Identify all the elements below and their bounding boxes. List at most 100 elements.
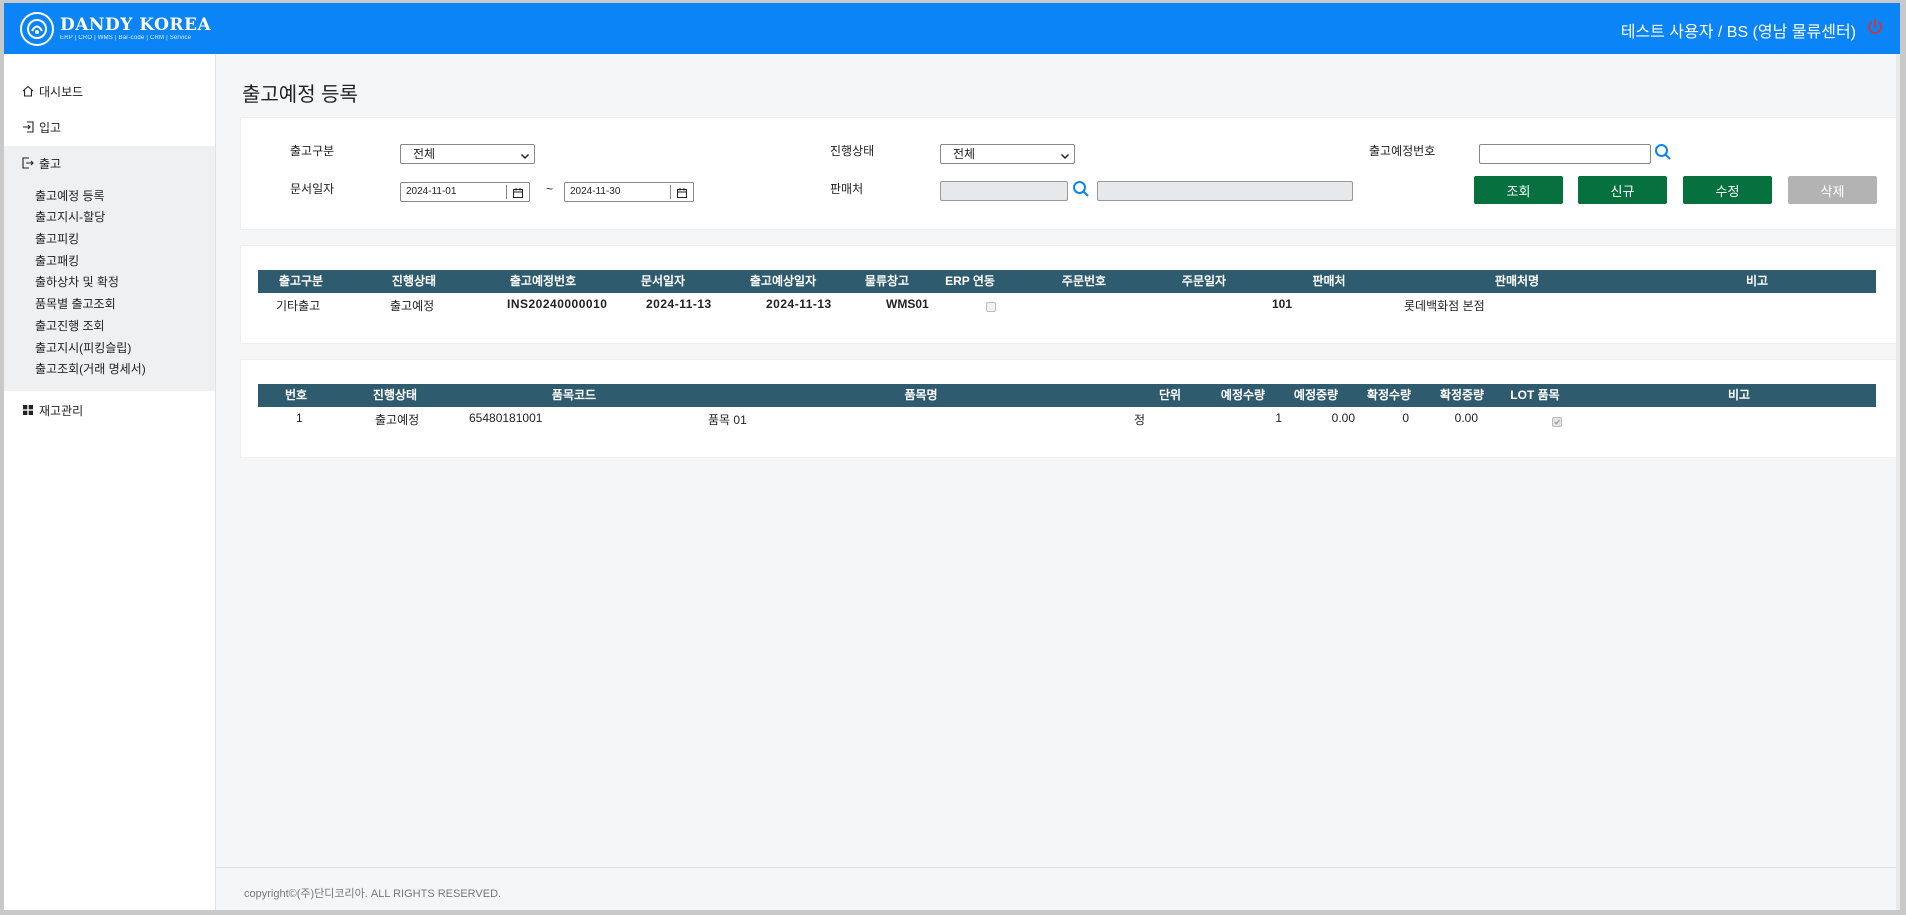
type-select[interactable]: 전체 [400, 144, 535, 164]
new-button[interactable]: 신규 [1578, 176, 1667, 204]
sidebar-item-label: 재고관리 [39, 403, 84, 418]
number-label: 출고예정번호 [1369, 144, 1436, 158]
col-expected-date[interactable]: 출고예상일자 [750, 270, 816, 293]
logo-subtitle: ERP | CRO | WMS | Bar-code | CRM | Servi… [60, 35, 192, 41]
date-from-input[interactable]: 2024-11-01 [400, 182, 530, 202]
cell-item-code: 65480181001 [469, 411, 543, 425]
col-lot-item[interactable]: LOT 품목 [1510, 384, 1559, 407]
calendar-icon[interactable] [677, 187, 687, 198]
user-info: 테스트 사용자 / BS (영남 물류센터) [1620, 24, 1856, 41]
cell-expected-date: 2024-11-13 [766, 297, 832, 311]
cell-type: 기타출고 [276, 299, 321, 313]
seller-search-icon[interactable] [1072, 180, 1090, 198]
sidebar-item-outbound[interactable]: 출고 [4, 148, 215, 178]
search-icon[interactable] [1654, 143, 1672, 161]
cell-seller-name: 롯데백화점 본점 [1404, 299, 1485, 313]
date-to-value: 2024-11-30 [570, 186, 621, 197]
col-seller[interactable]: 판매처 [1312, 270, 1345, 293]
sidebar-sub-shipping-confirm[interactable]: 출하상차 및 확정 [35, 273, 119, 290]
cell-item-name: 품목 01 [708, 413, 747, 427]
sign-out-icon [22, 157, 34, 169]
col-erp-linked[interactable]: ERP 연동 [945, 270, 995, 293]
input-divider [506, 185, 507, 199]
seller-name-input[interactable] [1097, 181, 1353, 201]
col-confirm-qty[interactable]: 확정수량 [1367, 384, 1411, 407]
col-order-no[interactable]: 주문번호 [1062, 270, 1106, 293]
master-table-header: 출고구분 진행상태 출고예정번호 문서일자 출고예상일자 물류창고 ERP 연동… [258, 270, 1876, 293]
footer-copyright: copyright©(주)단디코리아. ALL RIGHTS RESERVED. [244, 888, 502, 900]
cell-plan-weight: 0.00 [1331, 411, 1355, 425]
col-note[interactable]: 비고 [1728, 384, 1750, 407]
col-plan-qty[interactable]: 예정수량 [1221, 384, 1265, 407]
home-icon [22, 85, 34, 97]
status-select-value: 전체 [953, 147, 976, 161]
sign-in-icon [22, 121, 34, 133]
col-unit[interactable]: 단위 [1159, 384, 1181, 407]
sidebar-sub-outbound-packing[interactable]: 출고패킹 [35, 252, 79, 269]
check-icon [1554, 419, 1560, 425]
col-warehouse[interactable]: 물류창고 [865, 270, 909, 293]
col-status[interactable]: 진행상태 [392, 270, 436, 293]
app-window: DANDY KOREA ERP | CRO | WMS | Bar-code |… [4, 3, 1900, 910]
cell-seller: 101 [1272, 297, 1293, 311]
sidebar: 대시보드 입고 출고 출고예정 등록 출고지시-할당 출고피킹 출고패킹 출하상… [4, 54, 216, 910]
col-item-name[interactable]: 품목명 [904, 384, 937, 407]
cell-unit: 정 [1134, 413, 1146, 427]
col-item-code[interactable]: 품목코드 [552, 384, 596, 407]
sidebar-sub-transaction-statement[interactable]: 출고조회(거래 명세서) [35, 360, 146, 377]
cell-status: 출고예정 [390, 299, 435, 313]
logo[interactable]: DANDY KOREA ERP | CRO | WMS | Bar-code |… [20, 9, 211, 49]
page-title: 출고예정 등록 [242, 84, 358, 106]
col-no[interactable]: 번호 [285, 384, 307, 407]
col-number[interactable]: 출고예정번호 [510, 270, 576, 293]
top-bar: DANDY KOREA ERP | CRO | WMS | Bar-code |… [4, 3, 1900, 54]
detail-table-header: 번호 진행상태 품목코드 품목명 단위 예정수량 예정중량 확정수량 확정중량 … [258, 384, 1876, 407]
cell-warehouse: WMS01 [886, 297, 929, 311]
date-range-separator: ~ [546, 182, 554, 196]
col-confirm-weight[interactable]: 확정중량 [1440, 384, 1484, 407]
logout-power-icon[interactable] [1866, 18, 1886, 38]
sidebar-item-inbound[interactable]: 입고 [4, 112, 215, 142]
sidebar-sub-item-outbound-query[interactable]: 품목별 출고조회 [35, 295, 116, 312]
col-status[interactable]: 진행상태 [373, 384, 417, 407]
sidebar-sub-outbound-plan-register[interactable]: 출고예정 등록 [35, 187, 105, 204]
cell-doc-date: 2024-11-13 [646, 297, 712, 311]
sidebar-sub-outbound-instruction[interactable]: 출고지시-할당 [35, 208, 105, 225]
sidebar-item-dashboard[interactable]: 대시보드 [4, 76, 215, 106]
edit-button[interactable]: 수정 [1683, 176, 1772, 204]
col-plan-weight[interactable]: 예정중량 [1294, 384, 1338, 407]
cell-no: 1 [296, 411, 303, 425]
sidebar-sub-outbound-picking[interactable]: 출고피킹 [35, 230, 79, 247]
number-input[interactable] [1479, 144, 1651, 164]
status-select[interactable]: 전체 [940, 144, 1075, 164]
col-seller-name[interactable]: 판매처명 [1495, 270, 1539, 293]
col-note[interactable]: 비고 [1746, 270, 1768, 293]
master-table-panel: 출고구분 진행상태 출고예정번호 문서일자 출고예상일자 물류창고 ERP 연동… [240, 245, 1900, 344]
search-button[interactable]: 조회 [1474, 176, 1563, 204]
date-to-input[interactable]: 2024-11-30 [564, 182, 694, 202]
cell-status: 출고예정 [375, 413, 420, 427]
status-label: 진행상태 [830, 144, 875, 158]
logo-text: DANDY KOREA ERP | CRO | WMS | Bar-code |… [60, 16, 211, 42]
delete-button[interactable]: 삭제 [1788, 176, 1877, 204]
sidebar-sub-picking-slip[interactable]: 출고지시(피킹슬립) [35, 339, 131, 356]
cell-confirm-weight: 0.00 [1454, 411, 1478, 425]
sidebar-item-inventory[interactable]: 재고관리 [4, 395, 215, 425]
footer-divider [216, 867, 1900, 868]
chevron-down-icon [520, 148, 530, 160]
erp-linked-checkbox[interactable] [986, 302, 996, 312]
calendar-icon[interactable] [513, 187, 523, 198]
seller-label: 판매처 [830, 182, 864, 196]
col-type[interactable]: 출고구분 [279, 270, 323, 293]
type-label: 출고구분 [290, 144, 335, 158]
chevron-down-icon [1060, 148, 1070, 160]
cell-plan-qty: 1 [1275, 411, 1282, 425]
right-scrollbar[interactable] [1896, 54, 1900, 910]
seller-code-input[interactable] [940, 181, 1068, 201]
sidebar-sub-outbound-progress[interactable]: 출고진행 조회 [35, 317, 105, 334]
col-doc-date[interactable]: 문서일자 [641, 270, 685, 293]
sidebar-item-label: 출고 [39, 156, 62, 171]
lot-item-checkbox[interactable] [1552, 417, 1562, 427]
detail-table-panel: 번호 진행상태 품목코드 품목명 단위 예정수량 예정중량 확정수량 확정중량 … [240, 359, 1900, 458]
col-order-date[interactable]: 주문일자 [1182, 270, 1226, 293]
